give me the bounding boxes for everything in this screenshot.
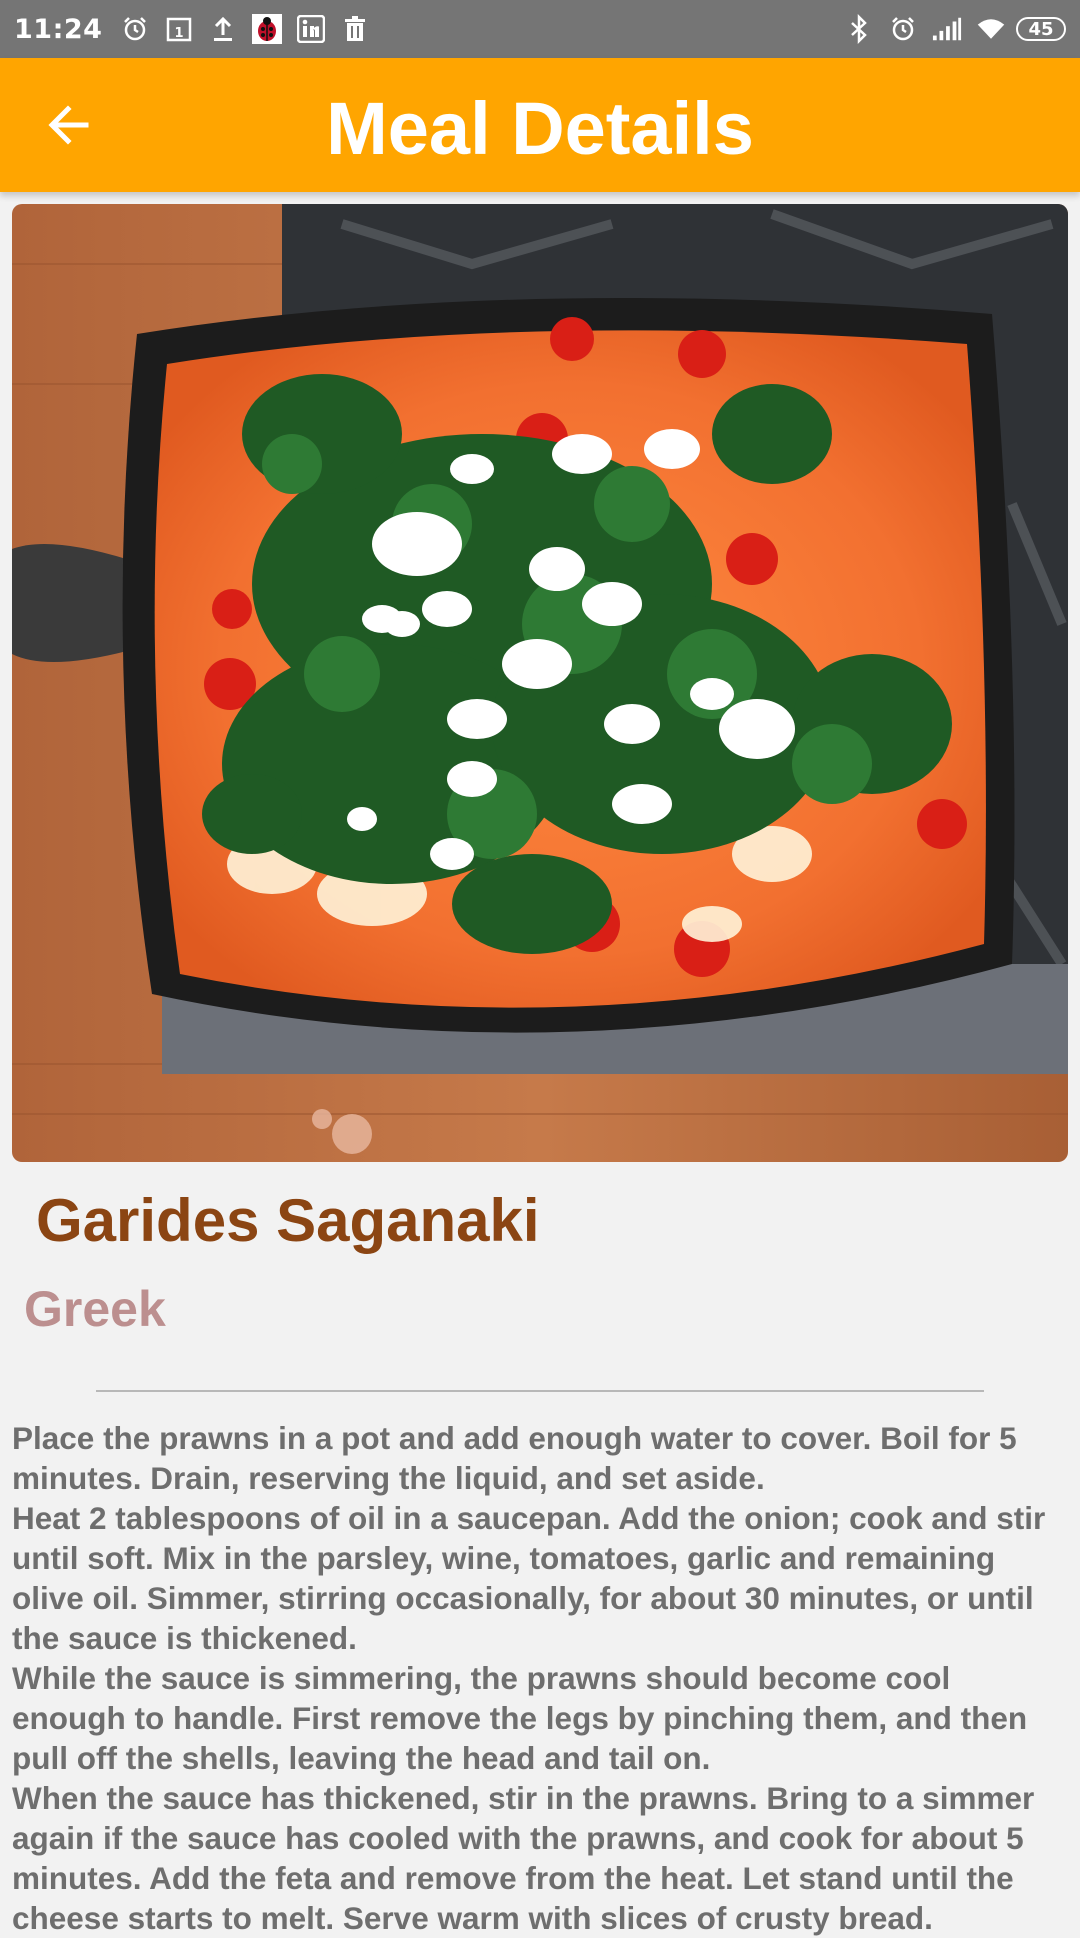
divider <box>96 1390 984 1392</box>
meal-area: Greek <box>24 1281 166 1337</box>
system-status-icons: 45 <box>840 14 1066 44</box>
wifi-icon <box>976 14 1006 44</box>
alarm-icon <box>120 14 150 44</box>
bluetooth-icon <box>844 14 874 44</box>
ladybug-icon <box>252 14 283 44</box>
trash-icon <box>340 14 370 44</box>
meal-name: Garides Saganaki <box>36 1187 540 1254</box>
page-title: Meal Details <box>326 87 754 170</box>
alarm-icon <box>888 14 918 44</box>
status-bar: 11:24 1 45 <box>0 0 1080 58</box>
linkedin-icon <box>296 14 326 44</box>
battery-icon: 45 <box>1016 17 1066 41</box>
signal-icon <box>932 14 962 44</box>
status-time: 11:24 <box>14 13 103 45</box>
battery-level: 45 <box>1028 18 1054 40</box>
svg-text:1: 1 <box>175 26 184 41</box>
notification-icons: 1 <box>120 14 384 44</box>
upload-icon <box>208 14 238 44</box>
meal-instructions: Place the prawns in a pot and add enough… <box>12 1420 1046 1936</box>
app-bar: Meal Details <box>0 58 1080 192</box>
meal-image <box>12 204 1068 1162</box>
calendar-icon: 1 <box>164 14 194 44</box>
